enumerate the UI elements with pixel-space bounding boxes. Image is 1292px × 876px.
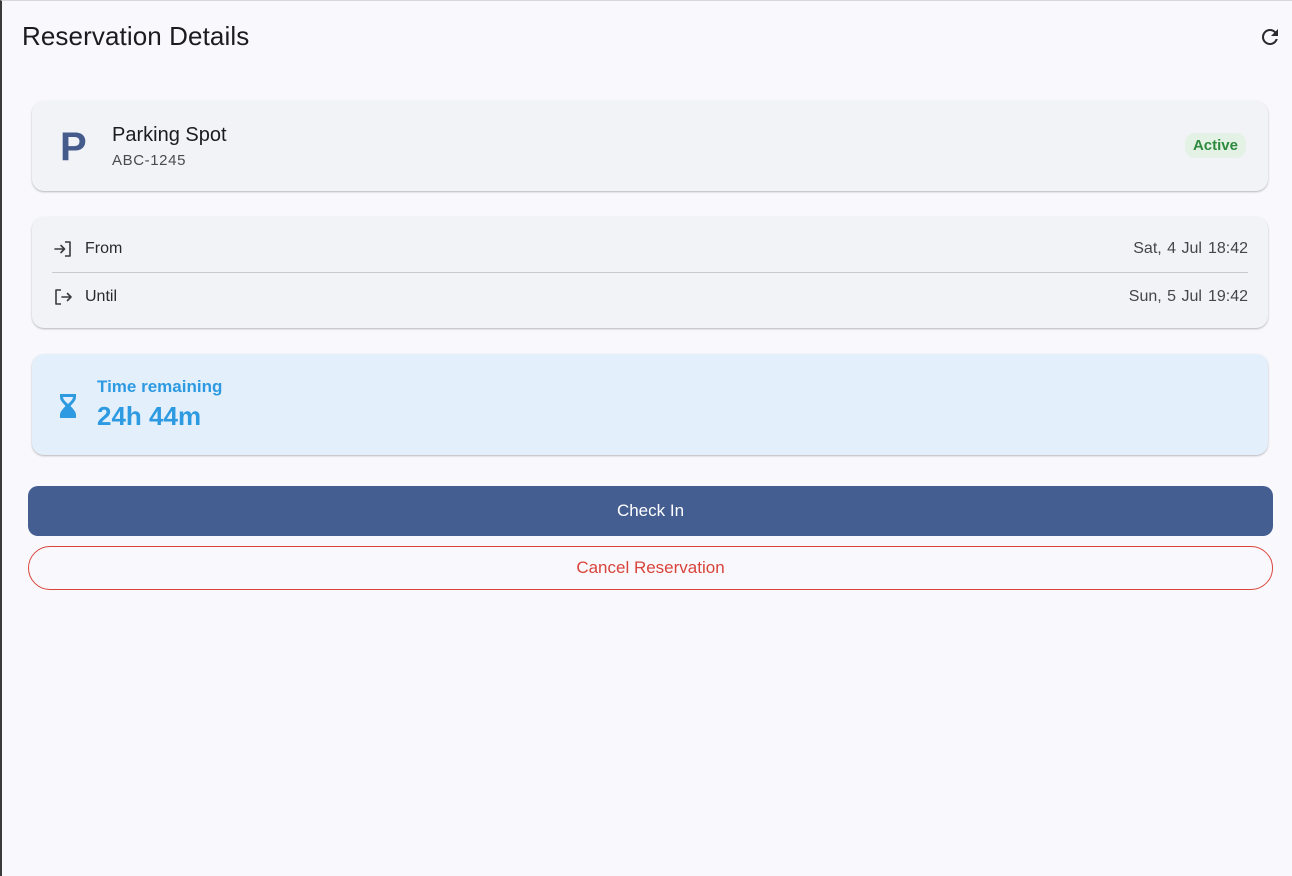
refresh-button[interactable] (1256, 23, 1284, 51)
time-remaining-card: Time remaining 24h 44m (32, 354, 1268, 455)
time-remaining-label: Time remaining (97, 377, 223, 396)
from-time: 18:42 (1207, 240, 1248, 257)
reservation-details-page: Reservation Details P Parking Spot ABC-1… (0, 0, 1292, 876)
page-title: Reservation Details (22, 21, 250, 51)
parking-spot-card: P Parking Spot ABC-1245 Active (32, 101, 1268, 191)
spot-title: Parking Spot (112, 124, 227, 146)
until-datetime: Sun, 5 Jul 19:42 (1129, 288, 1248, 306)
until-label: Until (85, 288, 118, 305)
reservation-times-card: From Sat, 4 Jul 18:42 Until Sun, 5 Jul 19:… (32, 217, 1268, 328)
until-time: 19:42 (1207, 288, 1248, 305)
from-datetime: Sat, 4 Jul 18:42 (1133, 240, 1248, 258)
license-plate: ABC-1245 (112, 152, 187, 169)
until-row: Until Sun, 5 Jul 19:42 (52, 273, 1248, 321)
app-bar: Reservation Details (2, 1, 1292, 73)
status-badge: Active (1184, 133, 1246, 158)
refresh-icon (1261, 28, 1278, 45)
time-remaining-value: 24h 44m (97, 401, 202, 431)
login-icon (52, 238, 74, 260)
parking-icon: P (60, 125, 87, 169)
cancel-reservation-button[interactable]: Cancel Reservation (28, 546, 1273, 590)
check-in-button[interactable]: Check In (28, 486, 1273, 536)
from-label: From (85, 240, 123, 257)
logout-icon (52, 286, 74, 308)
until-date: Sun, 5 Jul (1128, 288, 1202, 305)
hourglass-icon (60, 394, 76, 418)
from-row: From Sat, 4 Jul 18:42 (52, 225, 1248, 273)
from-date: Sat, 4 Jul (1133, 240, 1202, 257)
